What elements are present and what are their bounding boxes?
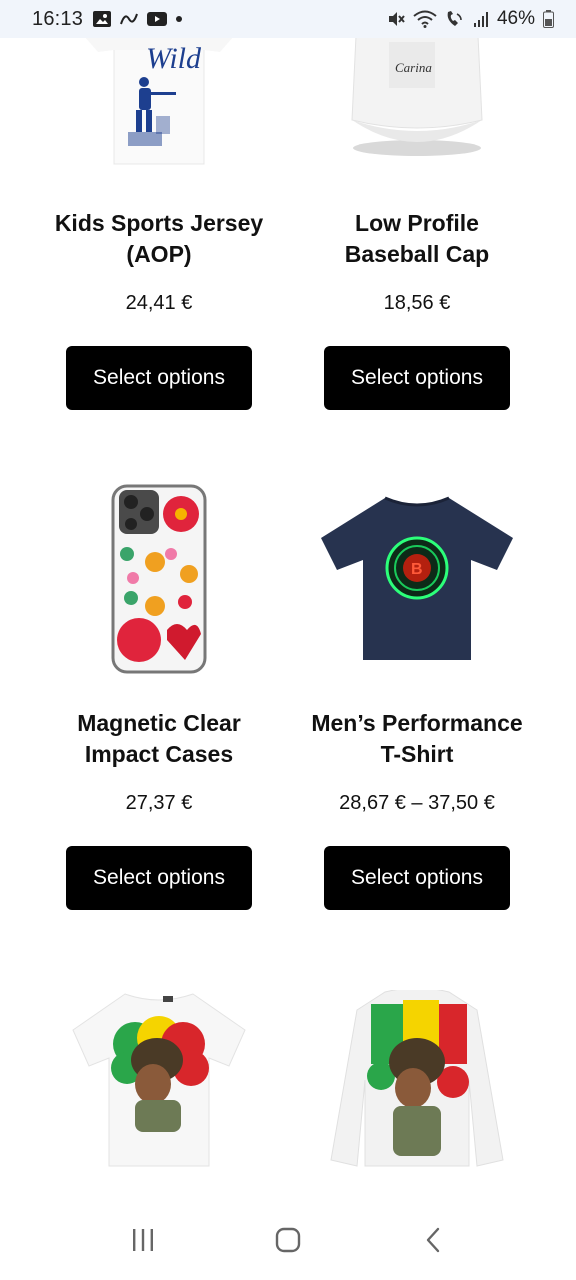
product-price: 27,37 € xyxy=(125,792,193,814)
rasta-tshirt-image[interactable] xyxy=(71,990,247,1168)
product-title[interactable]: Magnetic Clear xyxy=(77,710,241,736)
battery-percent: 46% xyxy=(496,8,535,29)
product-title-line2[interactable]: T-Shirt xyxy=(381,741,454,767)
kids-jersey-image[interactable]: Wild xyxy=(84,36,234,168)
product-price: 24,41 € xyxy=(125,292,193,314)
mute-icon xyxy=(387,10,405,28)
product-title[interactable]: Kids Sports Jersey xyxy=(55,210,263,236)
youtube-icon xyxy=(147,12,168,26)
status-time: 16:13 xyxy=(32,7,84,30)
product-price: 18,56 € xyxy=(383,292,451,314)
home-icon[interactable] xyxy=(258,1210,318,1270)
product-title-line2[interactable]: (AOP) xyxy=(126,241,191,267)
gallery-icon xyxy=(93,11,112,27)
select-options-button[interactable]: Select options xyxy=(324,346,510,410)
product-title-line2[interactable]: Impact Cases xyxy=(85,741,233,767)
select-options-button[interactable]: Select options xyxy=(66,346,252,410)
baseball-cap-image[interactable]: Carina xyxy=(342,35,492,162)
rasta-hoodie-image[interactable] xyxy=(327,987,507,1170)
svg-text:Wild: Wild xyxy=(146,42,202,75)
product-title[interactable]: Men’s Performance xyxy=(311,710,522,736)
navigation-bar xyxy=(0,1200,576,1280)
call-signal-icon xyxy=(445,10,465,28)
product-price: 28,67 € – 37,50 € xyxy=(339,792,495,814)
performance-tshirt-image[interactable]: B xyxy=(317,494,517,664)
svg-text:Carina: Carina xyxy=(395,60,432,75)
product-title[interactable]: Low Profile xyxy=(355,210,479,236)
product-title-line2[interactable]: Baseball Cap xyxy=(345,241,489,267)
battery-icon xyxy=(543,10,554,28)
back-icon[interactable] xyxy=(403,1210,463,1270)
product-grid: Wild Kids Sports Jersey (AOP) 24,41 € Sel… xyxy=(0,0,576,1200)
select-options-button[interactable]: Select options xyxy=(66,846,252,910)
svg-text:B: B xyxy=(411,561,423,578)
recent-apps-icon[interactable] xyxy=(113,1210,173,1270)
cell-signal-icon xyxy=(473,11,489,27)
dot-icon xyxy=(175,15,183,23)
wifi-icon xyxy=(413,10,437,28)
status-bar: 16:13 46% xyxy=(0,0,576,38)
select-options-button[interactable]: Select options xyxy=(324,846,510,910)
phone-case-image[interactable] xyxy=(111,484,207,674)
link-icon xyxy=(119,12,139,26)
